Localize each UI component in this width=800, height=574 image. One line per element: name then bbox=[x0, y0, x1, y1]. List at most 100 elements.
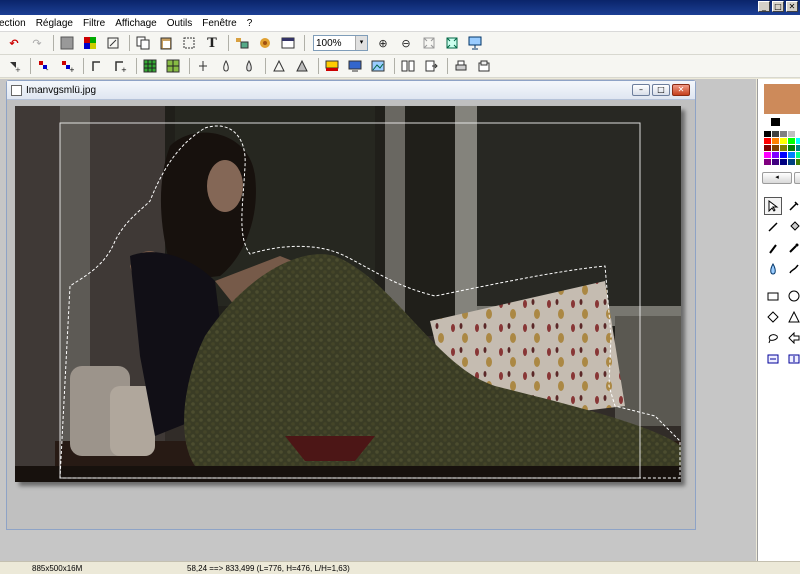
palette-color-cell[interactable] bbox=[772, 138, 779, 144]
document-close-button[interactable]: ✕ bbox=[672, 84, 690, 96]
layers-icon[interactable] bbox=[232, 34, 252, 52]
smudge-tool-icon[interactable] bbox=[785, 260, 800, 278]
brightness-icon[interactable]: + bbox=[4, 57, 24, 75]
undo-icon[interactable]: ↶ bbox=[4, 34, 24, 52]
palette-color-cell[interactable] bbox=[764, 138, 771, 144]
color-balance-icon[interactable] bbox=[80, 34, 100, 52]
palette-color-cell[interactable] bbox=[780, 145, 787, 151]
fit-window-icon[interactable] bbox=[419, 34, 439, 52]
palette-color-cell[interactable] bbox=[772, 131, 779, 137]
fill-tool-icon[interactable] bbox=[785, 218, 800, 236]
maximize-button[interactable]: □ bbox=[772, 1, 784, 12]
menu-fenetre[interactable]: Fenêtre bbox=[197, 18, 241, 29]
ellipse-tool-icon[interactable] bbox=[785, 287, 800, 305]
main-toolbar: ↶ ↷ T 100% ▾ ⊕ ⊖ bbox=[0, 32, 800, 55]
palette-prev-button[interactable]: ◂ bbox=[762, 172, 792, 184]
window-icon[interactable] bbox=[278, 34, 298, 52]
print-icon[interactable] bbox=[451, 57, 471, 75]
triangle-tool-icon[interactable] bbox=[785, 308, 800, 326]
brush-tool-icon[interactable] bbox=[764, 239, 782, 257]
document-maximize-button[interactable]: □ bbox=[652, 84, 670, 96]
contrast-minus-icon[interactable]: - bbox=[34, 57, 54, 75]
line-tool-icon[interactable] bbox=[764, 218, 782, 236]
close-button[interactable]: ✕ bbox=[786, 1, 798, 12]
image-canvas[interactable] bbox=[15, 106, 681, 482]
palette-color-cell[interactable] bbox=[772, 145, 779, 151]
photo-icon[interactable] bbox=[368, 57, 388, 75]
redo-icon[interactable]: ↷ bbox=[27, 34, 47, 52]
text-box-tool-icon[interactable] bbox=[764, 350, 782, 368]
palette-color-cell[interactable] bbox=[796, 152, 800, 158]
blur-tool-icon[interactable] bbox=[764, 260, 782, 278]
palette-color-cell[interactable] bbox=[764, 152, 771, 158]
palette-color-cell[interactable] bbox=[796, 138, 800, 144]
blur-drop-icon[interactable] bbox=[216, 57, 236, 75]
zoom-out-icon[interactable]: ⊖ bbox=[396, 34, 416, 52]
palette-color-cell[interactable] bbox=[764, 131, 771, 137]
triangle-icon[interactable] bbox=[269, 57, 289, 75]
color-adjust-icon[interactable] bbox=[322, 57, 342, 75]
paste-icon[interactable] bbox=[156, 34, 176, 52]
palette-color-cell[interactable] bbox=[788, 131, 795, 137]
scan-icon[interactable] bbox=[474, 57, 494, 75]
sharpen-icon[interactable] bbox=[193, 57, 213, 75]
menu-help[interactable]: ? bbox=[242, 18, 258, 29]
primary-color-swatch[interactable] bbox=[764, 84, 800, 114]
document-minimize-button[interactable]: – bbox=[632, 84, 650, 96]
palette-color-cell[interactable] bbox=[788, 159, 795, 165]
grayscale-icon[interactable] bbox=[57, 34, 77, 52]
zoom-in-icon[interactable]: ⊕ bbox=[373, 34, 393, 52]
palette-color-cell[interactable] bbox=[796, 131, 800, 137]
arrow-shape-tool-icon[interactable] bbox=[785, 329, 800, 347]
secondary-color-swatch[interactable] bbox=[770, 117, 781, 127]
document-title-bar[interactable]: Imanvgsmlü.jpg bbox=[7, 81, 695, 100]
export-icon[interactable] bbox=[421, 57, 441, 75]
monitor-icon[interactable] bbox=[345, 57, 365, 75]
palette-color-cell[interactable] bbox=[788, 145, 795, 151]
gamma-plus-icon[interactable]: + bbox=[110, 57, 130, 75]
mosaic-icon[interactable] bbox=[163, 57, 183, 75]
select-region-icon[interactable] bbox=[179, 34, 199, 52]
contrast-plus-icon[interactable]: + bbox=[57, 57, 77, 75]
menu-selection[interactable]: ection bbox=[0, 18, 31, 29]
palette-color-cell[interactable] bbox=[780, 152, 787, 158]
pointer-tool-icon[interactable] bbox=[764, 197, 782, 215]
palette-color-cell[interactable] bbox=[772, 152, 779, 158]
palette-color-cell[interactable] bbox=[780, 159, 787, 165]
menu-outils[interactable]: Outils bbox=[162, 18, 198, 29]
chevron-down-icon[interactable]: ▾ bbox=[355, 36, 367, 50]
zoom-select[interactable]: 100% ▾ bbox=[313, 35, 368, 51]
copy-icon[interactable] bbox=[133, 34, 153, 52]
crop-icon[interactable] bbox=[103, 34, 123, 52]
eyedropper-tool-icon[interactable] bbox=[785, 197, 800, 215]
menu-affichage[interactable]: Affichage bbox=[110, 18, 162, 29]
triangle-filled-icon[interactable] bbox=[292, 57, 312, 75]
water-drop-icon[interactable] bbox=[239, 57, 259, 75]
menu-filtre[interactable]: Filtre bbox=[78, 18, 110, 29]
rectangle-tool-icon[interactable] bbox=[764, 287, 782, 305]
text-tool-icon[interactable]: T bbox=[202, 34, 222, 52]
text-cursor-tool-icon[interactable] bbox=[785, 350, 800, 368]
palette-color-cell[interactable] bbox=[796, 145, 800, 151]
palette-color-cell[interactable] bbox=[772, 159, 779, 165]
effects-icon[interactable] bbox=[255, 34, 275, 52]
grid-icon[interactable] bbox=[140, 57, 160, 75]
palette-color-cell[interactable] bbox=[764, 145, 771, 151]
palette-next-button[interactable]: ▸ bbox=[794, 172, 800, 184]
menu-reglage[interactable]: Réglage bbox=[31, 18, 78, 29]
minimize-button[interactable]: _ bbox=[758, 1, 770, 12]
fullscreen-icon[interactable] bbox=[465, 34, 485, 52]
palette-color-cell[interactable] bbox=[780, 138, 787, 144]
palette-color-cell[interactable] bbox=[780, 131, 787, 137]
palette-color-cell[interactable] bbox=[796, 159, 800, 165]
gamma-minus-icon[interactable] bbox=[87, 57, 107, 75]
diamond-tool-icon[interactable] bbox=[764, 308, 782, 326]
split-view-icon[interactable] bbox=[398, 57, 418, 75]
actual-size-icon[interactable] bbox=[442, 34, 462, 52]
lasso-tool-icon[interactable] bbox=[764, 329, 782, 347]
palette-color-cell[interactable] bbox=[764, 159, 771, 165]
palette-color-cell[interactable] bbox=[788, 152, 795, 158]
airbrush-tool-icon[interactable] bbox=[785, 239, 800, 257]
palette-color-cell[interactable] bbox=[788, 138, 795, 144]
toolbar-separator bbox=[189, 58, 190, 74]
